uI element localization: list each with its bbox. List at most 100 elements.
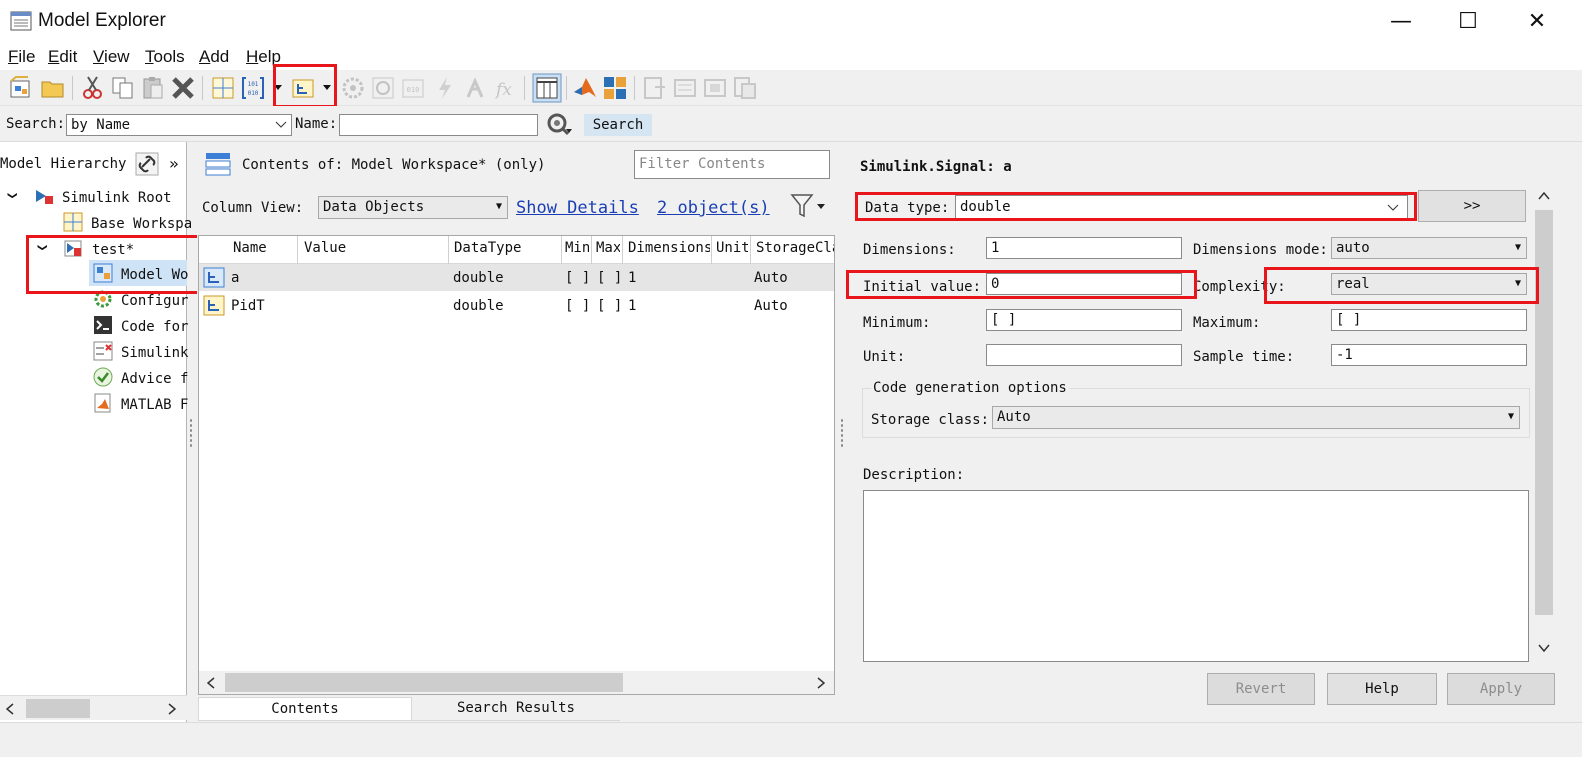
tree-item-base-workspace[interactable]: Base Workspa [91, 216, 192, 232]
new-model-icon[interactable] [8, 75, 34, 101]
component-icon[interactable] [602, 75, 628, 101]
tree-item-matlab-function[interactable]: MATLAB F [121, 397, 188, 413]
sample-time-input[interactable]: -1 [1331, 344, 1527, 366]
tree-item-configuration[interactable]: Configur [121, 293, 188, 309]
cut-icon[interactable] [80, 75, 106, 101]
scroll-right-icon[interactable] [168, 703, 176, 715]
menu-add[interactable]: Add [199, 47, 229, 67]
unit-input[interactable] [986, 344, 1182, 366]
column-header-value[interactable]: Value [304, 240, 444, 256]
column-header-name[interactable]: Name [233, 240, 291, 256]
table-row[interactable]: a double [ ] [ ] 1 Auto [199, 264, 834, 291]
data-store-icon: 010 [402, 79, 424, 98]
revert-button[interactable]: Revert [1207, 673, 1315, 705]
signal-object-icon [203, 267, 225, 288]
scroll-thumb[interactable] [225, 673, 623, 692]
apply-button[interactable]: Apply [1447, 673, 1555, 705]
chevron-down-icon: ▼ [1507, 411, 1514, 422]
chevron-down-icon: ▼ [495, 201, 502, 212]
column-header-min[interactable]: Min [565, 240, 589, 256]
help-button[interactable]: Help [1327, 673, 1437, 705]
column-header-dimensions[interactable]: Dimensions [628, 240, 710, 256]
chevron-down-icon: ▼ [1514, 242, 1521, 253]
scroll-up-icon[interactable] [1538, 192, 1550, 200]
contents-table-icon [205, 153, 231, 176]
object-count-link[interactable]: 2 object(s) [657, 198, 770, 218]
column-view-value: Data Objects [323, 199, 425, 215]
dimensions-mode-label: Dimensions mode: [1193, 242, 1328, 258]
dimensions-mode-select[interactable]: auto ▼ [1331, 237, 1527, 259]
dimensions-input[interactable]: 1 [986, 237, 1182, 259]
grid-icon[interactable] [210, 75, 236, 101]
column-header-max[interactable]: Max [596, 240, 620, 256]
doc1-icon [644, 77, 665, 99]
storage-class-select[interactable]: Auto ▼ [992, 406, 1520, 429]
link-icon[interactable] [135, 152, 159, 176]
delete-icon[interactable] [170, 75, 196, 101]
filter-icon[interactable] [790, 192, 830, 220]
close-button[interactable]: ✕ [1514, 8, 1560, 36]
scroll-left-icon[interactable] [6, 703, 14, 715]
paste-icon[interactable] [140, 75, 166, 101]
column-divider [711, 236, 712, 264]
name-label: Name: [295, 116, 338, 132]
svg-text:101: 101 [248, 81, 259, 88]
minimize-button[interactable]: — [1378, 8, 1424, 36]
tree-item-simulink[interactable]: Simulink [121, 345, 188, 361]
column-divider [448, 236, 449, 264]
matlab-function-icon [94, 393, 111, 413]
scroll-down-icon[interactable] [1538, 644, 1550, 652]
open-icon[interactable] [40, 75, 66, 101]
status-bar [0, 722, 1582, 757]
column-header-storageclass[interactable]: StorageClass [756, 240, 834, 256]
tree-item-code-for[interactable]: Code for [121, 319, 188, 335]
scroll-thumb[interactable] [26, 699, 90, 718]
unit-label: Unit: [863, 349, 906, 365]
tab-search-results[interactable]: Search Results [412, 697, 620, 721]
column-divider [591, 236, 592, 264]
cell-dimensions: 1 [628, 270, 637, 286]
splitter-grip[interactable] [840, 418, 844, 448]
binary-data-icon[interactable]: 101010 [240, 75, 266, 101]
column-view-dropdown[interactable]: Data Objects ▼ [318, 196, 508, 219]
name-input[interactable] [339, 114, 538, 136]
maximize-button[interactable]: ☐ [1445, 8, 1491, 36]
expand-data-type-button[interactable]: >> [1418, 190, 1526, 222]
table-horizontal-scrollbar[interactable] [199, 671, 834, 694]
advice-check-icon [93, 367, 113, 387]
minimum-input[interactable]: [ ] [986, 309, 1182, 331]
column-header-unit[interactable]: Unit [716, 240, 748, 256]
scroll-right-icon[interactable] [817, 677, 825, 689]
menu-edit[interactable]: Edit [48, 47, 77, 67]
copy-icon[interactable] [110, 75, 136, 101]
show-details-link[interactable]: Show Details [516, 198, 639, 218]
menu-tools[interactable]: Tools [145, 47, 185, 67]
details-vertical-scrollbar[interactable] [1533, 188, 1555, 663]
window-title: Model Explorer [38, 10, 166, 31]
menu-view-mnemonic: V [93, 47, 105, 66]
storage-class-label: Storage class: [871, 412, 990, 428]
tree-item-simulink-root[interactable]: Simulink Root [62, 190, 172, 206]
expand-simulink-root[interactable]: ❯ [4, 192, 19, 200]
tab-contents[interactable]: Contents [198, 697, 412, 721]
tree-item-advice[interactable]: Advice f [121, 371, 188, 387]
toolbar-separator [202, 76, 203, 100]
column-header-datatype[interactable]: DataType [454, 240, 559, 256]
splitter-grip[interactable] [189, 418, 193, 448]
menu-file[interactable]: File [8, 47, 35, 67]
table-row[interactable]: PidT double [ ] [ ] 1 Auto [199, 292, 834, 319]
search-by-select[interactable]: by Name [66, 114, 292, 136]
column-view-icon[interactable] [532, 73, 562, 103]
more-chevron-icon[interactable]: » [169, 154, 179, 173]
scroll-left-icon[interactable] [207, 677, 215, 689]
search-button[interactable]: Search [584, 114, 652, 136]
description-textarea[interactable] [863, 490, 1529, 662]
code-icon [94, 316, 112, 334]
dimensions-mode-value: auto [1336, 240, 1370, 256]
menu-view[interactable]: View [93, 47, 130, 67]
matlab-icon[interactable] [572, 75, 598, 101]
search-options-icon[interactable] [546, 112, 574, 138]
maximum-input[interactable]: [ ] [1331, 309, 1527, 331]
left-horizontal-scrollbar[interactable] [0, 695, 187, 720]
filter-contents-input[interactable]: Filter Contents [634, 150, 830, 179]
